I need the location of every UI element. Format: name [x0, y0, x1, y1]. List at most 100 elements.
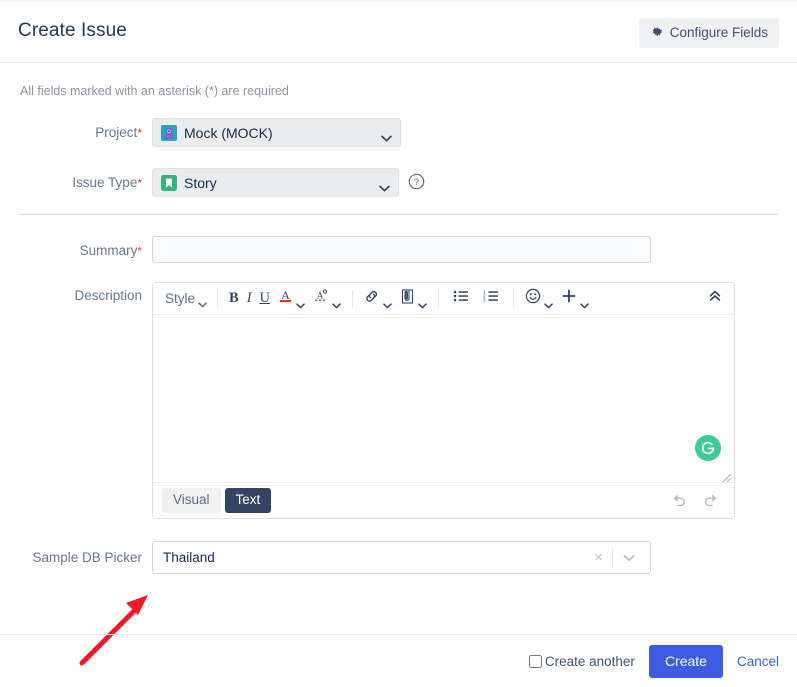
- dialog-footer: Create another Create Cancel: [0, 635, 797, 687]
- undo-redo-group: [671, 494, 725, 508]
- chevron-down-icon[interactable]: [613, 554, 645, 562]
- underline-button[interactable]: U: [256, 287, 274, 311]
- dialog-header: Create Issue Configure Fields: [0, 0, 797, 63]
- sample-db-picker-value: Thailand: [163, 550, 215, 565]
- italic-button[interactable]: I: [243, 287, 256, 311]
- description-textarea[interactable]: [153, 315, 734, 482]
- double-chevron-up-icon: [708, 289, 722, 308]
- bold-button[interactable]: B: [225, 287, 243, 311]
- required-fields-note: All fields marked with an asterisk (*) a…: [20, 84, 289, 98]
- plus-icon: [561, 288, 577, 309]
- text-effects-button[interactable]: A: [309, 287, 345, 311]
- section-divider: [18, 214, 779, 215]
- grammarly-icon[interactable]: [695, 435, 721, 461]
- sample-db-picker[interactable]: Thailand ×: [152, 541, 651, 574]
- story-bookmark-icon: [161, 174, 177, 191]
- create-issue-dialog: Create Issue Configure Fields All fields…: [0, 0, 797, 687]
- field-row-issue-type: Issue Type* Story ?: [0, 168, 797, 197]
- required-asterisk: *: [137, 176, 142, 190]
- sample-db-picker-control: Thailand ×: [152, 541, 797, 574]
- clear-icon[interactable]: ×: [585, 550, 612, 565]
- project-control: Mock (MOCK): [152, 118, 797, 147]
- description-editing-area: [153, 315, 734, 483]
- text-mode-button[interactable]: Text: [224, 488, 272, 513]
- chevron-down-icon: [296, 296, 305, 308]
- chevron-down-icon: [418, 296, 427, 308]
- chevron-down-icon: [544, 296, 553, 308]
- field-row-project: Project* Mock (MOCK): [0, 118, 797, 147]
- numbered-list-icon: 1 2 3: [483, 289, 499, 308]
- configure-fields-label: Configure Fields: [669, 24, 768, 40]
- bullet-list-button[interactable]: [446, 287, 476, 311]
- gear-icon: [649, 24, 663, 41]
- emoji-button[interactable]: [521, 287, 557, 311]
- rich-text-editor: Style B I U A A 1 2 3 Visual Text: [152, 282, 735, 519]
- field-row-summary: Summary*: [0, 236, 797, 263]
- link-button[interactable]: [360, 287, 396, 311]
- configure-fields-button[interactable]: Configure Fields: [638, 18, 779, 48]
- project-avatar-icon: [161, 124, 177, 141]
- project-label-text: Project: [95, 125, 138, 140]
- redo-icon[interactable]: [703, 494, 719, 508]
- bullet-list-icon: [453, 289, 469, 308]
- issue-type-label-text: Issue Type: [72, 175, 138, 190]
- toolbar-separator: [513, 289, 515, 308]
- toolbar-separator: [217, 289, 219, 308]
- text-color-icon: A: [278, 287, 293, 310]
- issue-type-label: Issue Type*: [0, 168, 152, 190]
- undo-icon[interactable]: [671, 494, 687, 508]
- visual-mode-button[interactable]: Visual: [162, 488, 221, 513]
- issue-type-value: Story: [184, 174, 217, 191]
- description-control: Style B I U A A 1 2 3 Visual Text: [152, 282, 797, 519]
- chevron-down-icon: [332, 296, 341, 308]
- project-value: Mock (MOCK): [184, 124, 273, 141]
- summary-label-text: Summary: [79, 243, 138, 258]
- chevron-down-icon: [383, 296, 392, 308]
- sample-db-picker-label: Sample DB Picker: [32, 550, 142, 565]
- description-label-text: Description: [74, 288, 142, 303]
- numbered-list-button[interactable]: 1 2 3: [476, 287, 506, 311]
- insert-more-button[interactable]: [557, 287, 593, 311]
- style-dropdown[interactable]: Style: [161, 287, 210, 311]
- style-label: Style: [165, 291, 196, 306]
- svg-text:A: A: [281, 288, 290, 302]
- summary-input[interactable]: [152, 236, 651, 263]
- emoji-icon: [525, 288, 541, 309]
- field-row-sample-db-picker: Sample DB Picker Thailand ×: [0, 541, 797, 574]
- chevron-down-icon: [580, 296, 589, 308]
- attachment-icon: [400, 288, 415, 310]
- description-label: Description: [0, 282, 152, 303]
- chevron-down-icon: [381, 129, 392, 142]
- required-asterisk: *: [137, 244, 142, 258]
- toolbar-separator: [352, 289, 354, 308]
- chevron-down-icon: [198, 296, 207, 307]
- create-another-checkbox[interactable]: [528, 654, 542, 668]
- chevron-down-icon: [379, 179, 390, 192]
- create-button[interactable]: Create: [648, 644, 723, 678]
- cancel-link[interactable]: Cancel: [737, 654, 779, 669]
- link-icon: [364, 288, 380, 309]
- text-effects-icon: A: [313, 287, 329, 310]
- create-another-checkbox-wrapper[interactable]: Create another: [528, 653, 635, 669]
- issue-form: Project* Mock (MOCK) Issue Type* Story ?…: [0, 98, 797, 574]
- editor-resize-handle[interactable]: [722, 470, 732, 483]
- collapse-toolbar-button[interactable]: [704, 287, 726, 311]
- issue-type-select[interactable]: Story: [152, 168, 399, 197]
- question-circle-icon[interactable]: ?: [408, 173, 425, 195]
- svg-text:?: ?: [414, 177, 419, 187]
- attachment-button[interactable]: [396, 287, 431, 311]
- create-another-label: Create another: [544, 653, 635, 669]
- editor-toolbar: Style B I U A A 1 2 3: [153, 283, 734, 315]
- project-select[interactable]: Mock (MOCK): [152, 118, 401, 147]
- editor-mode-bar: Visual Text: [153, 482, 734, 518]
- text-color-button[interactable]: A: [274, 287, 309, 311]
- svg-text:3: 3: [483, 298, 486, 303]
- page-title: Create Issue: [18, 20, 127, 41]
- issue-type-control: Story ?: [152, 168, 797, 197]
- project-label: Project*: [0, 118, 152, 140]
- summary-label: Summary*: [0, 236, 152, 258]
- field-row-description: Description Style B I U A A 1 2 3 Visual…: [0, 282, 797, 519]
- required-asterisk: *: [137, 126, 142, 140]
- toolbar-separator: [438, 289, 440, 308]
- summary-control: [152, 236, 797, 263]
